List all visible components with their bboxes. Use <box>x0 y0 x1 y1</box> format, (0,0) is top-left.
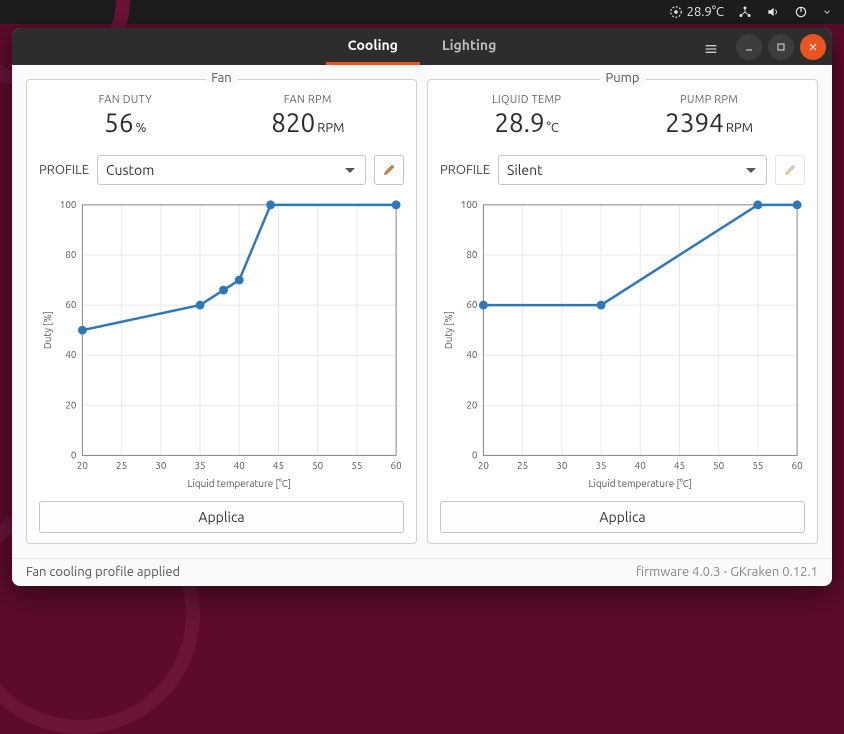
svg-text:45: 45 <box>674 460 685 471</box>
pump-profile-value: Silent <box>507 162 543 178</box>
tab-lighting[interactable]: Lighting <box>420 28 518 65</box>
pump-temp-unit: °C <box>547 121 559 135</box>
svg-text:40: 40 <box>466 349 478 360</box>
svg-text:20: 20 <box>478 460 490 471</box>
svg-text:0: 0 <box>71 449 77 460</box>
pump-rpm-value: 2394 <box>665 108 724 137</box>
pump-temp-value: 28.9 <box>494 108 544 137</box>
pump-rpm-unit: RPM <box>726 121 753 135</box>
svg-text:Duty [%]: Duty [%] <box>42 311 53 349</box>
content-area: Fan FAN DUTY 56% FAN RPM 820RPM PROFILE … <box>12 65 832 558</box>
fan-apply-button[interactable]: Applica <box>39 501 404 533</box>
maximize-icon <box>775 41 787 53</box>
tray-temperature[interactable]: 28.9°C <box>669 5 724 19</box>
pump-apply-button[interactable]: Applica <box>440 501 805 533</box>
svg-text:40: 40 <box>65 349 77 360</box>
tab-cooling[interactable]: Cooling <box>326 28 420 65</box>
fan-rpm-label: FAN RPM <box>271 94 344 106</box>
network-icon[interactable] <box>738 5 752 19</box>
svg-text:35: 35 <box>194 460 205 471</box>
pencil-icon <box>783 162 798 177</box>
minimize-icon <box>743 41 755 53</box>
pencil-icon <box>382 162 397 177</box>
volume-icon[interactable] <box>766 5 780 19</box>
menu-button[interactable] <box>698 36 724 62</box>
svg-text:Duty [%]: Duty [%] <box>443 311 454 349</box>
svg-text:Liquid temperature [°C]: Liquid temperature [°C] <box>188 478 291 489</box>
pump-chart: 202530354045505560020406080100Liquid tem… <box>440 193 805 493</box>
svg-text:30: 30 <box>155 460 167 471</box>
pump-profile-label: PROFILE <box>440 163 490 177</box>
statusbar: Fan cooling profile applied firmware 4.0… <box>12 558 832 586</box>
svg-text:60: 60 <box>391 460 403 471</box>
fan-duty-label: FAN DUTY <box>99 94 152 106</box>
titlebar: Cooling Lighting <box>12 28 832 65</box>
svg-text:100: 100 <box>60 199 77 210</box>
svg-text:30: 30 <box>556 460 568 471</box>
svg-text:35: 35 <box>595 460 606 471</box>
svg-text:80: 80 <box>466 249 478 260</box>
pump-temp-stat: LIQUID TEMP 28.9°C <box>492 94 561 137</box>
minimize-button[interactable] <box>736 34 762 60</box>
fan-rpm-unit: RPM <box>317 121 344 135</box>
svg-text:0: 0 <box>472 449 478 460</box>
status-message: Fan cooling profile applied <box>26 565 180 579</box>
svg-text:25: 25 <box>517 460 528 471</box>
svg-text:40: 40 <box>234 460 246 471</box>
fan-duty-value: 56 <box>104 108 133 137</box>
svg-text:25: 25 <box>116 460 127 471</box>
svg-text:55: 55 <box>351 460 362 471</box>
fan-panel-title: Fan <box>205 71 237 85</box>
svg-text:Liquid temperature [°C]: Liquid temperature [°C] <box>589 478 692 489</box>
fan-profile-edit-button[interactable] <box>374 155 404 185</box>
svg-text:80: 80 <box>65 249 77 260</box>
maximize-button[interactable] <box>768 34 794 60</box>
svg-text:40: 40 <box>635 460 647 471</box>
svg-text:20: 20 <box>77 460 89 471</box>
app-window: Cooling Lighting Fan FAN DUTY 56% FAN RP… <box>12 28 832 586</box>
svg-text:20: 20 <box>65 399 77 410</box>
fan-panel: Fan FAN DUTY 56% FAN RPM 820RPM PROFILE … <box>26 79 417 544</box>
svg-text:45: 45 <box>273 460 284 471</box>
fan-chart: 202530354045505560020406080100Liquid tem… <box>39 193 404 493</box>
pump-panel: Pump LIQUID TEMP 28.9°C PUMP RPM 2394RPM… <box>427 79 818 544</box>
svg-text:50: 50 <box>312 460 324 471</box>
status-footer: firmware 4.0.3 - GKraken 0.12.1 <box>636 565 818 579</box>
pump-rpm-label: PUMP RPM <box>665 94 753 106</box>
pump-rpm-stat: PUMP RPM 2394RPM <box>665 94 753 137</box>
fan-profile-label: PROFILE <box>39 163 89 177</box>
svg-text:60: 60 <box>792 460 804 471</box>
fan-profile-combo[interactable]: Custom <box>97 155 366 185</box>
chevron-down-icon[interactable] <box>822 5 832 19</box>
fan-profile-value: Custom <box>106 162 154 178</box>
tray-temperature-value: 28.9°C <box>687 5 724 19</box>
tab-switcher: Cooling Lighting <box>326 28 519 65</box>
close-icon <box>807 41 819 53</box>
svg-text:55: 55 <box>752 460 763 471</box>
fan-duty-stat: FAN DUTY 56% <box>99 94 152 137</box>
pump-panel-title: Pump <box>599 71 645 85</box>
hamburger-icon <box>703 41 719 57</box>
temp-icon <box>669 5 683 19</box>
fan-duty-unit: % <box>136 121 147 135</box>
svg-text:100: 100 <box>461 199 478 210</box>
pump-profile-combo[interactable]: Silent <box>498 155 767 185</box>
svg-text:50: 50 <box>713 460 725 471</box>
pump-temp-label: LIQUID TEMP <box>492 94 561 106</box>
svg-text:60: 60 <box>466 299 478 310</box>
fan-rpm-stat: FAN RPM 820RPM <box>271 94 344 137</box>
power-icon[interactable] <box>794 5 808 19</box>
svg-text:60: 60 <box>65 299 77 310</box>
fan-rpm-value: 820 <box>271 108 315 137</box>
svg-text:20: 20 <box>466 399 478 410</box>
close-button[interactable] <box>800 34 826 60</box>
pump-profile-edit-button <box>775 155 805 185</box>
